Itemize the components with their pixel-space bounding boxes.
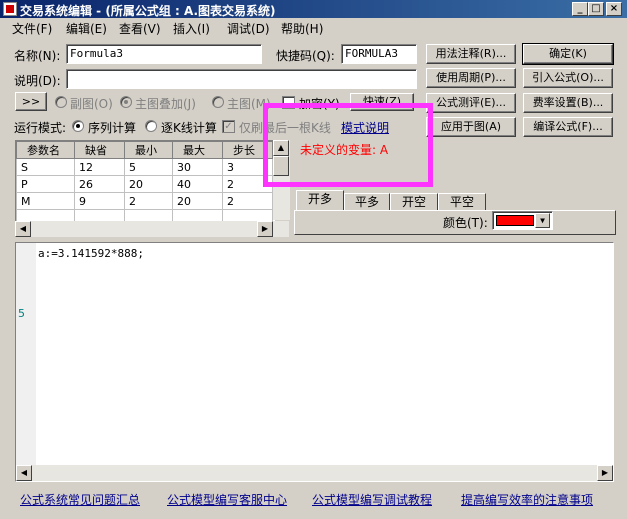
tab-open-short[interactable]: 开空 — [390, 193, 438, 211]
line-number: 5 — [18, 307, 25, 320]
shortcut-label: 快捷码(Q): — [276, 49, 335, 63]
last-kline-checkbox[interactable]: ✓ — [222, 120, 235, 133]
param-cell[interactable]: 2 — [124, 192, 173, 210]
param-cell[interactable]: 2 — [222, 192, 273, 210]
param-cell[interactable]: P — [16, 175, 75, 193]
scroll-left-icon[interactable]: ◀ — [15, 221, 31, 237]
tab-close-long[interactable]: 平多 — [344, 193, 390, 211]
table-row[interactable]: S 12 5 30 3 — [16, 158, 273, 176]
radio-main-chart[interactable] — [212, 96, 224, 108]
import-formula-button[interactable]: 引入公式(O)... — [523, 68, 613, 88]
param-cell[interactable]: S — [16, 158, 75, 176]
expand-button[interactable]: >> — [15, 92, 47, 111]
chevron-down-icon[interactable]: ▼ — [535, 213, 550, 228]
app-icon — [3, 2, 17, 16]
table-row[interactable]: M 9 2 20 2 — [16, 192, 273, 210]
param-header: 参数名 — [16, 141, 75, 159]
compile-formula-button[interactable]: 编译公式(F)... — [523, 117, 613, 137]
color-swatch — [496, 215, 534, 226]
radio-series-calc[interactable] — [72, 120, 84, 132]
color-select[interactable]: ▼ — [492, 211, 553, 230]
editor-hscrollbar[interactable]: ◀ ▶ — [16, 465, 613, 481]
confirm-button[interactable]: 确定(K) — [522, 43, 614, 65]
radio-sub-chart[interactable] — [55, 96, 67, 108]
param-cell[interactable]: 20 — [124, 175, 173, 193]
usage-notes-button[interactable]: 用法注释(R)... — [426, 44, 516, 64]
param-cell[interactable]: 26 — [74, 175, 125, 193]
maximize-button[interactable]: □ — [588, 2, 604, 16]
param-header: 最小 — [124, 141, 173, 159]
period-button[interactable]: 使用周期(P)... — [426, 68, 516, 88]
menu-file[interactable]: 文件(F) — [12, 20, 52, 37]
rate-settings-button[interactable]: 费率设置(B)... — [523, 93, 613, 113]
menu-edit[interactable]: 编辑(E) — [66, 20, 107, 37]
menu-insert[interactable]: 插入(I) — [173, 20, 210, 37]
param-cell[interactable]: 40 — [172, 175, 223, 193]
menu-bar: 文件(F) 编辑(E) 查看(V) 插入(I) 调试(D) 帮助(H) — [0, 18, 627, 38]
menu-view[interactable]: 查看(V) — [119, 20, 161, 37]
code-editor[interactable]: 5 a:=3.141592*888; ◀ ▶ — [15, 242, 614, 482]
formula-test-button[interactable]: 公式测评(E)... — [426, 93, 516, 113]
param-table-hscrollbar[interactable]: ◀ ▶ — [15, 221, 289, 237]
tab-close-short[interactable]: 平空 — [438, 193, 486, 211]
radio-main-overlay-label: 主图叠加(J) — [135, 97, 196, 111]
run-mode-label: 运行模式: — [14, 121, 67, 135]
scroll-right-icon[interactable]: ▶ — [257, 221, 273, 237]
title-bar: 交易系统编辑 - (所属公式组 : A.图表交易系统) _ □ × — [0, 0, 627, 18]
desc-input[interactable] — [66, 69, 417, 89]
table-row[interactable]: P 26 20 40 2 — [16, 175, 273, 193]
radio-per-kline-calc-label: 逐K线计算 — [161, 121, 217, 135]
desc-label: 说明(D): — [14, 74, 61, 88]
scroll-right-icon[interactable]: ▶ — [597, 465, 613, 481]
footer-link-faq[interactable]: 公式系统常见问题汇总 — [20, 491, 140, 508]
window-title: 交易系统编辑 - (所属公式组 : A.图表交易系统) — [20, 4, 276, 18]
param-header: 缺省 — [74, 141, 125, 159]
param-cell[interactable]: M — [16, 192, 75, 210]
param-cell[interactable]: 20 — [172, 192, 223, 210]
editor-gutter: 5 — [16, 243, 36, 467]
radio-series-calc-label: 序列计算 — [88, 121, 137, 135]
param-header: 最大 — [172, 141, 223, 159]
radio-per-kline-calc[interactable] — [145, 120, 157, 132]
menu-help[interactable]: 帮助(H) — [281, 20, 323, 37]
param-header-row: 参数名 缺省 最小 最大 步长 — [16, 141, 273, 159]
shortcut-input[interactable]: FORMULA3 — [341, 44, 417, 64]
close-button[interactable]: × — [606, 2, 622, 16]
param-cell[interactable]: 5 — [124, 158, 173, 176]
footer-link-service[interactable]: 公式模型编写客服中心 — [167, 491, 287, 508]
name-label: 名称(N): — [14, 49, 61, 63]
param-cell[interactable]: 9 — [74, 192, 125, 210]
radio-main-overlay[interactable] — [120, 96, 132, 108]
color-label: 颜色(T): — [443, 216, 488, 230]
footer-link-efficiency[interactable]: 提高编写效率的注意事项 — [461, 491, 593, 508]
highlight-box — [263, 103, 433, 187]
param-cell[interactable]: 30 — [172, 158, 223, 176]
editor-code-line[interactable]: a:=3.141592*888; — [38, 247, 144, 260]
menu-debug[interactable]: 调试(D) — [227, 20, 270, 37]
param-cell[interactable]: 12 — [74, 158, 125, 176]
tab-open-long[interactable]: 开多 — [296, 190, 344, 211]
minimize-button[interactable]: _ — [572, 2, 588, 16]
scroll-left-icon[interactable]: ◀ — [16, 465, 32, 481]
footer-link-tutorial[interactable]: 公式模型编写调试教程 — [312, 491, 432, 508]
name-input[interactable]: Formula3 — [66, 44, 262, 64]
apply-to-chart-button[interactable]: 应用于图(A) — [426, 117, 516, 137]
radio-sub-chart-label: 副图(O) — [70, 97, 113, 111]
